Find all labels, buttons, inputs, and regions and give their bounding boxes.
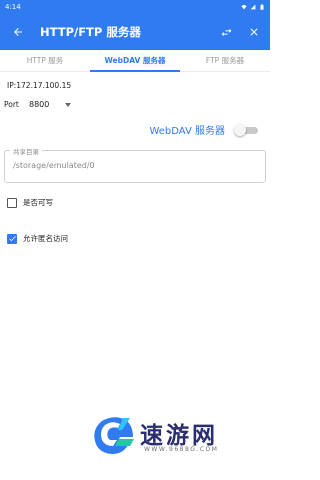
ip-address: IP:172.17.100.15	[7, 81, 72, 90]
server-toggle-label: WebDAV 服务器	[149, 126, 225, 137]
battery-icon	[260, 4, 264, 10]
swap-button[interactable]	[218, 24, 234, 40]
share-dir-field: 共享目录	[4, 146, 266, 183]
share-dir-label: 共享目录	[10, 146, 42, 156]
anonymous-checkbox[interactable]	[7, 233, 17, 244]
wifi-icon	[241, 5, 247, 10]
anonymous-label: 允许匿名访问	[23, 234, 68, 243]
arrow-left-icon	[14, 28, 22, 36]
status-bar: 4:14	[0, 0, 270, 14]
page-title: HTTP/FTP 服务器	[40, 25, 141, 39]
close-button[interactable]	[246, 24, 262, 40]
signal-icon	[250, 4, 256, 10]
port-dropdown[interactable]: 8800	[29, 100, 71, 109]
port-row: Port 8800	[4, 100, 71, 109]
close-icon	[250, 28, 258, 36]
watermark-name: 速游网	[140, 423, 218, 449]
tab-bar: HTTP 服务 WebDAV 服务器 FTP 服务器	[0, 50, 270, 72]
writable-checkbox[interactable]	[7, 197, 17, 208]
back-button[interactable]	[8, 22, 28, 42]
system-icons	[241, 4, 265, 10]
port-value: 8800	[29, 100, 50, 109]
tab-ftp[interactable]: FTP 服务器	[180, 50, 270, 71]
check-icon	[8, 236, 16, 242]
app-bar: HTTP/FTP 服务器	[0, 14, 270, 50]
watermark-url: WWW.9688G.COM	[144, 446, 219, 453]
tab-http[interactable]: HTTP 服务	[0, 50, 90, 71]
writable-label: 是否可写	[23, 198, 53, 207]
watermark-logo-icon	[94, 417, 134, 454]
writable-option[interactable]: 是否可写	[7, 197, 53, 208]
swap-icon	[221, 28, 231, 36]
server-toggle-row: WebDAV 服务器	[149, 122, 260, 137]
dropdown-arrow-icon	[65, 102, 71, 107]
port-label: Port	[4, 100, 19, 109]
toggle-thumb	[234, 123, 246, 136]
status-time: 4:14	[5, 3, 21, 11]
tab-webdav[interactable]: WebDAV 服务器	[90, 50, 180, 72]
anonymous-option[interactable]: 允许匿名访问	[7, 233, 68, 244]
share-dir-input[interactable]	[13, 161, 258, 170]
server-toggle-switch[interactable]	[234, 123, 260, 136]
watermark: 速游网 WWW.9688G.COM	[90, 408, 250, 463]
